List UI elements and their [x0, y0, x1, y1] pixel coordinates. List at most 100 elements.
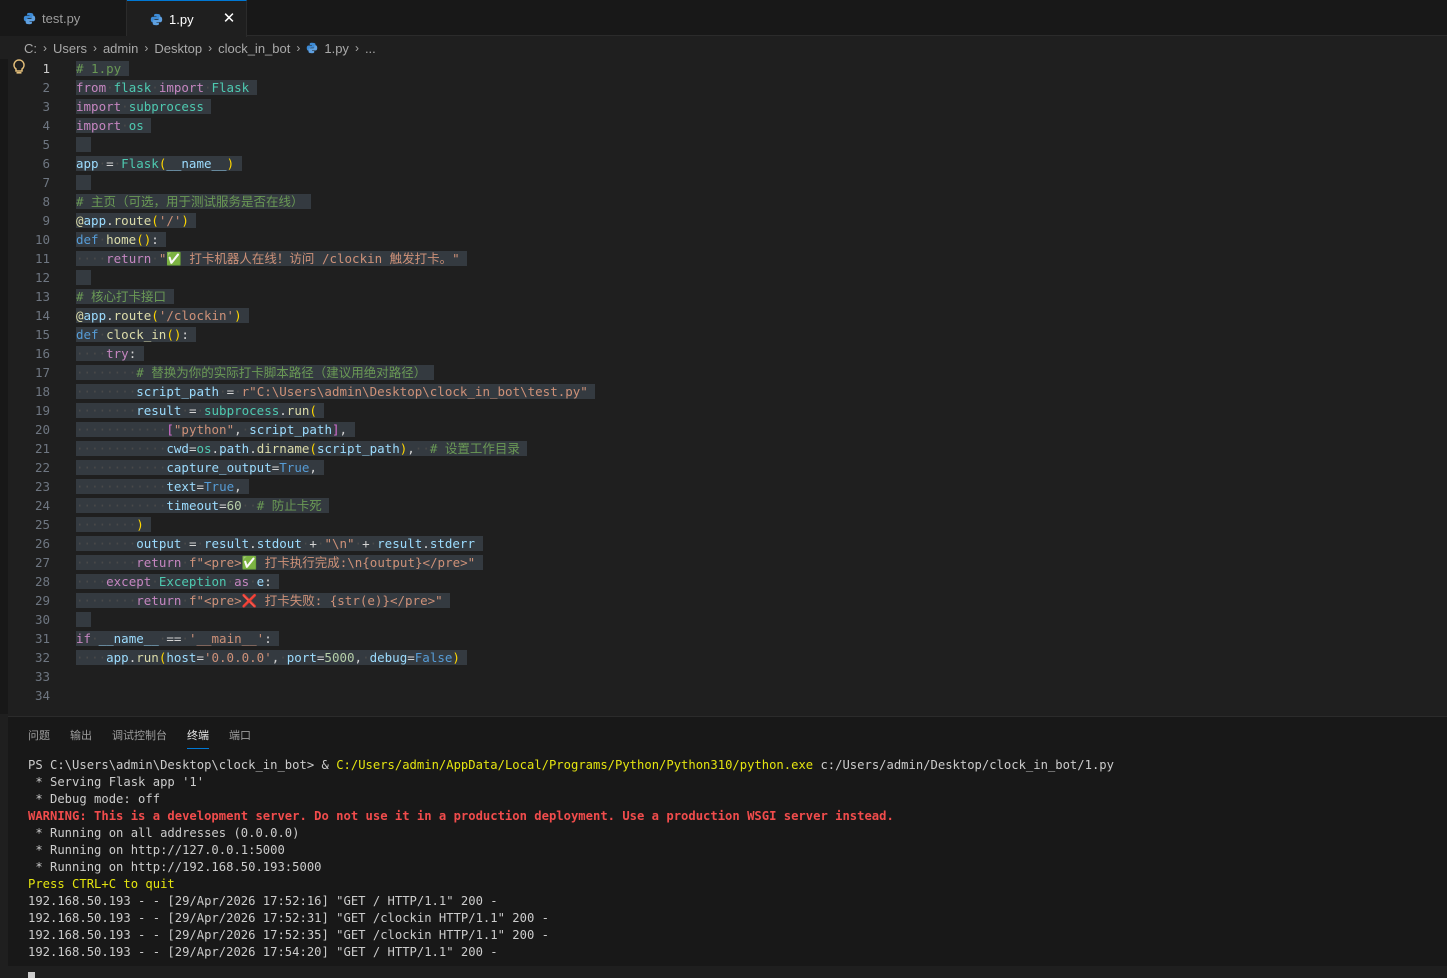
breadcrumb: C: › Users › admin › Desktop › clock_in_…	[0, 37, 1447, 59]
line-number: 10	[34, 232, 50, 247]
code-line: 26 ········output·=·result.stdout·+·"\n"·…	[0, 534, 1447, 553]
line-number: 26	[34, 536, 50, 551]
line-text: ········)	[76, 515, 152, 534]
line-text: from·flask·import·Flask	[76, 78, 257, 97]
python-file-icon	[22, 11, 36, 25]
line-text: ····app.run(host='0.0.0.0',·port=5000,·d…	[76, 648, 468, 667]
line-text: def·home():	[76, 230, 167, 249]
line-number: 5	[42, 137, 50, 152]
line-number: 23	[34, 479, 50, 494]
line-number: 32	[34, 650, 50, 665]
line-text: ········output·=·result.stdout·+·"\n"·+·…	[76, 534, 483, 553]
line-number: 19	[34, 403, 50, 418]
line-number: 18	[34, 384, 50, 399]
line-number: 24	[34, 498, 50, 513]
tab-debug-console[interactable]: 调试控制台	[112, 727, 167, 749]
python-file-icon	[306, 42, 318, 54]
terminal-line: * Running on all addresses (0.0.0.0)	[28, 826, 300, 840]
chevron-right-icon: ›	[296, 41, 301, 55]
terminal-prompt: PS C:\Users\admin\Desktop\clock_in_bot>	[28, 758, 322, 772]
code-editor[interactable]: 1 # 1.py 2 from·flask·import·Flask 3 import…	[0, 59, 1447, 714]
breadcrumb-item[interactable]: clock_in_bot	[218, 41, 290, 56]
line-text: import·os	[76, 116, 152, 135]
code-line: 5	[0, 135, 1447, 154]
close-icon[interactable]: ✕	[220, 10, 238, 28]
code-line: 9 @app.route('/')	[0, 211, 1447, 230]
line-text	[76, 135, 92, 154]
terminal-line: * Serving Flask app '1'	[28, 775, 205, 789]
chevron-right-icon: ›	[92, 41, 97, 55]
line-text: ············text=True,	[76, 477, 250, 496]
line-number: 3	[42, 99, 50, 114]
breadcrumb-item[interactable]: Users	[53, 41, 87, 56]
breadcrumb-item[interactable]: C:	[24, 41, 37, 56]
code-line: 20 ············["python",·script_path],	[0, 420, 1447, 439]
code-line: 10 def·home():	[0, 230, 1447, 249]
terminal-line: PS C:\Users\admin\Desktop\clock_in_bot> …	[28, 758, 1114, 772]
line-number: 25	[34, 517, 50, 532]
line-number: 15	[34, 327, 50, 342]
code-line: 25 ········)	[0, 515, 1447, 534]
line-number: 1	[42, 61, 50, 76]
chevron-right-icon: ›	[208, 41, 213, 55]
line-number: 22	[34, 460, 50, 475]
breadcrumb-item[interactable]: Desktop	[154, 41, 202, 56]
line-number: 11	[34, 251, 50, 266]
line-text: @app.route('/clockin')	[76, 306, 250, 325]
terminal-log-line: 192.168.50.193 - - [29/Apr/2026 17:52:35…	[28, 928, 549, 942]
line-number: 16	[34, 346, 50, 361]
terminal-log-line: 192.168.50.193 - - [29/Apr/2026 17:52:16…	[28, 894, 498, 908]
code-line: 18 ········script_path·=·r"C:\Users\admin…	[0, 382, 1447, 401]
line-text	[76, 173, 92, 192]
terminal-cmd-arg: c:/Users/admin/Desktop/clock_in_bot/1.py	[813, 758, 1114, 772]
terminal-cmd-exe: C:/Users/admin/AppData/Local/Programs/Py…	[336, 758, 814, 772]
breadcrumb-item[interactable]: admin	[103, 41, 138, 56]
code-line: 30	[0, 610, 1447, 629]
line-number: 21	[34, 441, 50, 456]
code-line: 32 ····app.run(host='0.0.0.0',·port=5000,…	[0, 648, 1447, 667]
chevron-right-icon: ›	[354, 41, 359, 55]
line-number: 2	[42, 80, 50, 95]
line-text: ····try:	[76, 344, 144, 363]
line-text: ····return·"✅ 打卡机器人在线！访问 /clockin 触发打卡。"	[76, 249, 468, 268]
chevron-right-icon: ›	[43, 41, 47, 55]
tab-problems[interactable]: 问题	[28, 727, 50, 749]
line-number: 17	[34, 365, 50, 380]
line-number: 30	[34, 612, 50, 627]
line-number: 34	[34, 688, 50, 703]
code-line: 6 app·=·Flask(__name__)	[0, 154, 1447, 173]
tab-terminal[interactable]: 终端	[187, 727, 209, 749]
line-text: # 主页（可选，用于测试服务是否在线）	[76, 192, 312, 211]
code-line: 2 from·flask·import·Flask	[0, 78, 1447, 97]
code-line: 28 ····except·Exception·as·e:	[0, 572, 1447, 591]
line-text: # 核心打卡接口	[76, 287, 174, 306]
line-number: 6	[42, 156, 50, 171]
code-line: 21 ············cwd=os.path.dirname(script…	[0, 439, 1447, 458]
line-number: 27	[34, 555, 50, 570]
terminal-output[interactable]: PS C:\Users\admin\Desktop\clock_in_bot> …	[28, 757, 1438, 978]
line-text: ········script_path·=·r"C:\Users\admin\D…	[76, 382, 596, 401]
line-text: def·clock_in():	[76, 325, 197, 344]
tab-output[interactable]: 输出	[70, 727, 92, 749]
breadcrumb-item[interactable]: 1.py	[324, 41, 349, 56]
panel-tabs: 问题 输出 调试控制台 终端 端口	[28, 727, 271, 749]
line-text: ············timeout=60··# 防止卡死	[76, 496, 330, 515]
code-line: 16 ····try:	[0, 344, 1447, 363]
terminal-line: * Debug mode: off	[28, 792, 161, 806]
code-line: 13 # 核心打卡接口	[0, 287, 1447, 306]
line-number: 9	[42, 213, 50, 228]
line-number: 13	[34, 289, 50, 304]
tab-1-py[interactable]: 1.py ✕	[127, 0, 247, 37]
tab-ports[interactable]: 端口	[229, 727, 251, 749]
tab-test-py[interactable]: test.py	[0, 0, 127, 36]
code-line: 3 import·subprocess	[0, 97, 1447, 116]
line-text: ············cwd=os.path.dirname(script_p…	[76, 439, 528, 458]
terminal-log-line: 192.168.50.193 - - [29/Apr/2026 17:52:31…	[28, 911, 549, 925]
terminal-warning: WARNING: This is a development server. D…	[28, 809, 894, 823]
line-number: 12	[34, 270, 50, 285]
editor-tab-bar: test.py 1.py ✕	[0, 0, 1447, 37]
line-text: import·subprocess	[76, 97, 212, 116]
line-number: 20	[34, 422, 50, 437]
line-number: 4	[42, 118, 50, 133]
breadcrumb-item[interactable]: ...	[365, 41, 376, 56]
